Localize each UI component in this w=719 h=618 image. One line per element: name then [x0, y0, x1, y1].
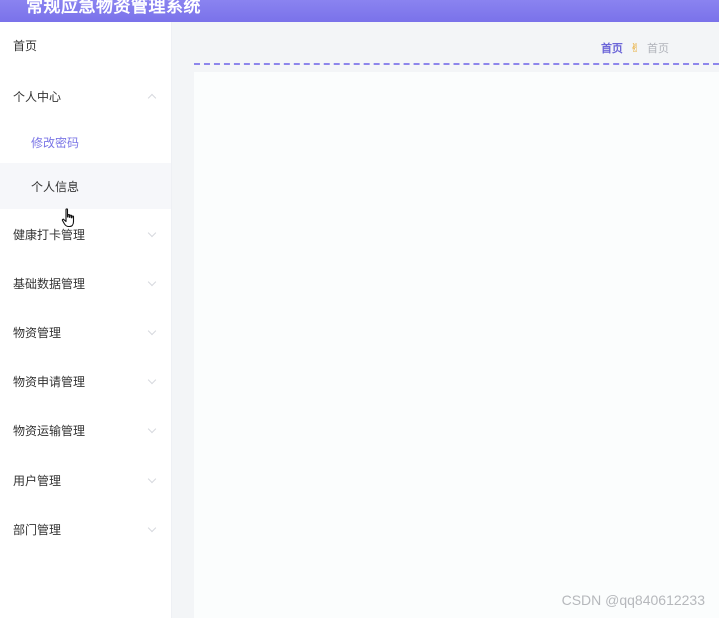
chevron-down-icon — [147, 228, 157, 238]
sidebar-item-label: 首页 — [13, 38, 38, 53]
sidebar-item-home[interactable]: 首页 — [0, 22, 171, 68]
sidebar-item-material-application[interactable]: 物资申请管理 — [0, 358, 171, 404]
sidebar-item-label: 物资申请管理 — [13, 374, 86, 389]
content-panel — [194, 72, 719, 618]
top-header-bar: 常规应急物资管理系统 — [0, 0, 719, 22]
sidebar-item-label: 个人信息 — [31, 179, 80, 194]
chevron-down-icon — [147, 375, 157, 385]
app-title: 常规应急物资管理系统 — [26, 0, 201, 17]
sidebar-subitem-personal-info[interactable]: 个人信息 — [0, 163, 171, 209]
sidebar-item-label: 修改密码 — [31, 135, 80, 150]
breadcrumb-home-link[interactable]: 首页 — [601, 40, 623, 56]
sidebar-item-label: 基础数据管理 — [13, 276, 86, 291]
chevron-down-icon — [147, 523, 157, 533]
csdn-watermark: CSDN @qq840612233 — [561, 592, 705, 608]
chevron-down-icon — [147, 474, 157, 484]
hand-pointer-icon — [61, 208, 75, 228]
sidebar-menu: 首页 个人中心 修改密码 个人信息 健康打卡管理 基础数据管理 物资管理 物资申… — [0, 22, 172, 618]
chevron-down-icon — [147, 424, 157, 434]
sidebar-item-label: 健康打卡管理 — [13, 227, 86, 242]
sidebar-item-label: 物资管理 — [13, 325, 62, 340]
victory-hand-icon: ✌ — [629, 41, 640, 55]
sidebar-item-materials[interactable]: 物资管理 — [0, 309, 171, 355]
breadcrumb: 首页 ✌ 首页 — [601, 40, 669, 56]
sidebar-item-material-transport[interactable]: 物资运输管理 — [0, 407, 171, 453]
sidebar-item-users[interactable]: 用户管理 — [0, 457, 171, 503]
breadcrumb-current: 首页 — [647, 42, 669, 55]
sidebar-item-label: 部门管理 — [13, 522, 62, 537]
main-content: 首页 ✌ 首页 — [172, 22, 719, 618]
sidebar-item-label: 用户管理 — [13, 473, 62, 488]
chevron-up-icon — [147, 93, 157, 103]
sidebar-item-label: 个人中心 — [13, 89, 62, 104]
sidebar-subitem-change-password[interactable]: 修改密码 — [0, 119, 171, 165]
sidebar-item-personal-center[interactable]: 个人中心 — [0, 73, 171, 119]
sidebar-item-label: 物资运输管理 — [13, 423, 86, 438]
chevron-down-icon — [147, 326, 157, 336]
sidebar-item-health-checkin[interactable]: 健康打卡管理 — [0, 211, 171, 257]
header-divider — [194, 63, 719, 65]
sidebar-item-basic-data[interactable]: 基础数据管理 — [0, 260, 171, 306]
app-window: 常规应急物资管理系统 首页 个人中心 修改密码 个人信息 健康打卡管理 基础数据… — [0, 0, 719, 618]
chevron-down-icon — [147, 277, 157, 287]
sidebar-item-departments[interactable]: 部门管理 — [0, 506, 171, 552]
